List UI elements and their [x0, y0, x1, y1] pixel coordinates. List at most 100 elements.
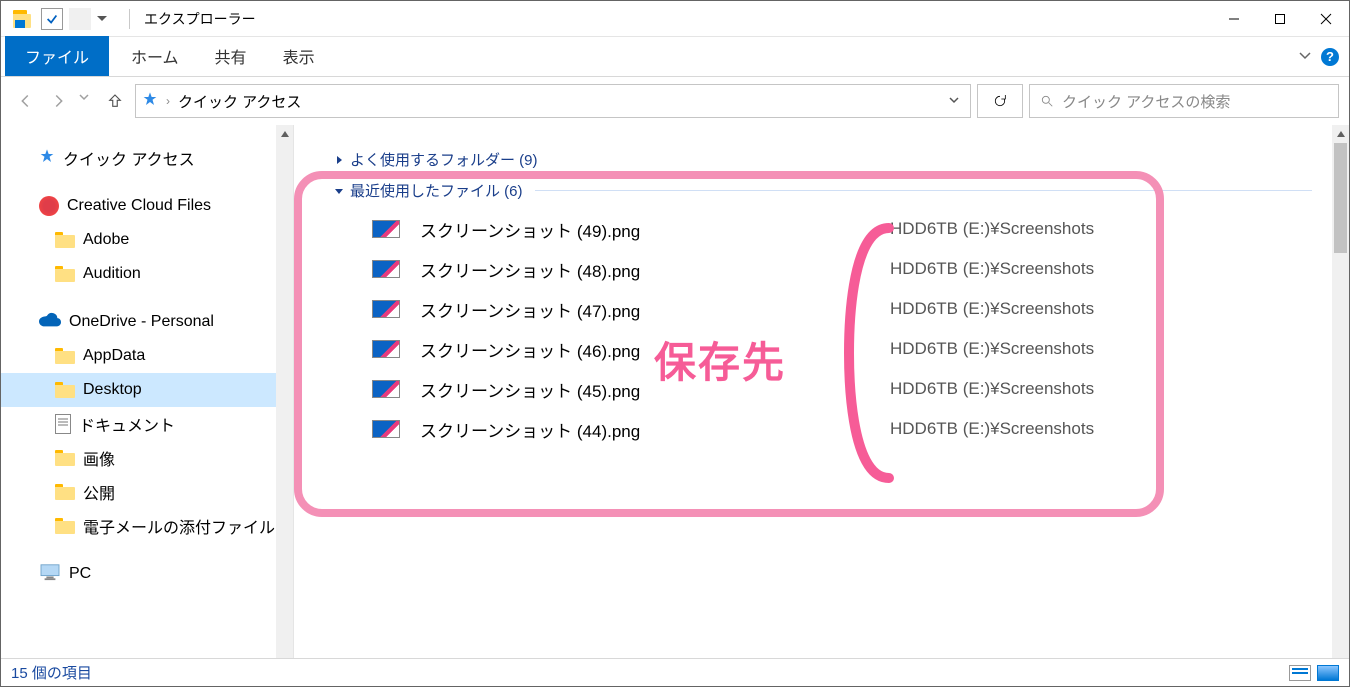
nav-folder-appdata[interactable]: AppData: [1, 339, 276, 373]
history-dropdown[interactable]: [79, 87, 95, 115]
nav-label: Audition: [83, 265, 141, 283]
search-input[interactable]: クイック アクセスの検索: [1029, 84, 1339, 118]
document-icon: [55, 414, 71, 434]
nav-label: AppData: [83, 347, 145, 365]
tab-view[interactable]: 表示: [265, 36, 333, 76]
folder-icon: [55, 266, 75, 282]
qat-new-folder-button[interactable]: [69, 8, 91, 30]
file-name: スクリーンショット (48).png: [420, 257, 890, 282]
file-location: HDD6TB (E:)¥Screenshots: [890, 379, 1094, 399]
chevron-down-icon: [334, 186, 344, 196]
content-scrollbar[interactable]: [1332, 125, 1349, 658]
nav-label: Creative Cloud Files: [67, 197, 211, 215]
nav-folder-pictures[interactable]: 画像: [1, 441, 276, 475]
onedrive-icon: [39, 312, 61, 333]
file-item[interactable]: スクリーンショット (49).pngHDD6TB (E:)¥Screenshot…: [314, 209, 1332, 249]
help-button[interactable]: ?: [1321, 48, 1339, 66]
nav-folder-desktop[interactable]: Desktop: [1, 373, 276, 407]
qat-customize-dropdown[interactable]: [97, 16, 107, 26]
qat-properties-button[interactable]: [41, 8, 63, 30]
nav-folder-adobe[interactable]: Adobe: [1, 223, 276, 257]
image-file-icon: [372, 220, 400, 238]
file-item[interactable]: スクリーンショット (47).pngHDD6TB (E:)¥Screenshot…: [314, 289, 1332, 329]
quick-access-icon: [39, 148, 55, 169]
nav-label: Adobe: [83, 231, 129, 249]
refresh-button[interactable]: [977, 84, 1023, 118]
nav-folder-public[interactable]: 公開: [1, 475, 276, 509]
annotation-bracket-icon: [839, 223, 899, 483]
file-name: スクリーンショット (44).png: [420, 417, 890, 442]
group-recent-files[interactable]: 最近使用したファイル (6): [294, 174, 1332, 205]
thumbnails-view-button[interactable]: [1317, 665, 1339, 681]
search-icon: [1040, 94, 1054, 108]
nav-label: 画像: [83, 446, 115, 470]
explorer-app-icon: [13, 10, 31, 28]
folder-icon: [55, 484, 75, 500]
tab-home[interactable]: ホーム: [113, 36, 197, 76]
forward-button[interactable]: [45, 87, 73, 115]
nav-label: 電子メールの添付ファイル: [83, 514, 275, 538]
file-item[interactable]: スクリーンショット (44).pngHDD6TB (E:)¥Screenshot…: [314, 409, 1332, 449]
close-button[interactable]: [1303, 1, 1349, 37]
file-item[interactable]: スクリーンショット (45).pngHDD6TB (E:)¥Screenshot…: [314, 369, 1332, 409]
nav-folder-attachments[interactable]: 電子メールの添付ファイル: [1, 509, 276, 543]
quick-access-icon: [142, 91, 158, 111]
chevron-right-icon: [334, 155, 344, 165]
image-file-icon: [372, 420, 400, 438]
status-item-count: 15 個の項目: [11, 662, 92, 683]
status-bar: 15 個の項目: [1, 658, 1349, 686]
folder-icon: [55, 450, 75, 466]
group-label: よく使用するフォルダー (9): [350, 149, 538, 170]
file-location: HDD6TB (E:)¥Screenshots: [890, 339, 1094, 359]
group-frequent-folders[interactable]: よく使用するフォルダー (9): [294, 143, 1332, 174]
explorer-window: エクスプローラー ファイル ホーム 共有 表示 ? › クイック アクセス: [0, 0, 1350, 687]
up-button[interactable]: [101, 87, 129, 115]
back-button[interactable]: [11, 87, 39, 115]
folder-icon: [55, 232, 75, 248]
nav-scrollbar[interactable]: [276, 125, 293, 658]
nav-label: クイック アクセス: [63, 146, 195, 170]
ribbon-expand-button[interactable]: [1297, 47, 1313, 67]
file-location: HDD6TB (E:)¥Screenshots: [890, 299, 1094, 319]
tab-share[interactable]: 共有: [197, 36, 265, 76]
tab-file[interactable]: ファイル: [5, 36, 109, 76]
file-location: HDD6TB (E:)¥Screenshots: [890, 219, 1094, 239]
image-file-icon: [372, 380, 400, 398]
file-name: スクリーンショット (47).png: [420, 297, 890, 322]
nav-quick-access[interactable]: クイック アクセス: [1, 141, 276, 175]
details-view-button[interactable]: [1289, 665, 1311, 681]
nav-label: OneDrive - Personal: [69, 313, 214, 331]
folder-icon: [55, 382, 75, 398]
image-file-icon: [372, 300, 400, 318]
annotation-label: 保存先: [654, 329, 786, 390]
group-label: 最近使用したファイル (6): [350, 180, 523, 201]
nav-creative-cloud[interactable]: Creative Cloud Files: [1, 189, 276, 223]
nav-label: 公開: [83, 480, 115, 504]
address-bar[interactable]: › クイック アクセス: [135, 84, 971, 118]
file-name: スクリーンショット (49).png: [420, 217, 890, 242]
address-dropdown[interactable]: [938, 93, 970, 110]
nav-label: PC: [69, 565, 91, 583]
window-title: エクスプローラー: [144, 9, 256, 29]
folder-icon: [55, 348, 75, 364]
nav-onedrive[interactable]: OneDrive - Personal: [1, 305, 276, 339]
file-location: HDD6TB (E:)¥Screenshots: [890, 419, 1094, 439]
file-item[interactable]: スクリーンショット (46).pngHDD6TB (E:)¥Screenshot…: [314, 329, 1332, 369]
nav-pc[interactable]: PC: [1, 557, 276, 591]
image-file-icon: [372, 340, 400, 358]
nav-label: ドキュメント: [79, 412, 175, 436]
maximize-button[interactable]: [1257, 1, 1303, 37]
title-bar: エクスプローラー: [1, 1, 1349, 37]
nav-folder-audition[interactable]: Audition: [1, 257, 276, 291]
nav-label: Desktop: [83, 381, 142, 399]
file-item[interactable]: スクリーンショット (48).pngHDD6TB (E:)¥Screenshot…: [314, 249, 1332, 289]
breadcrumb-location[interactable]: クイック アクセス: [178, 91, 301, 112]
navigation-bar: › クイック アクセス クイック アクセスの検索: [1, 77, 1349, 125]
file-location: HDD6TB (E:)¥Screenshots: [890, 259, 1094, 279]
breadcrumb-separator[interactable]: ›: [166, 94, 170, 108]
search-placeholder: クイック アクセスの検索: [1062, 91, 1230, 112]
folder-icon: [55, 518, 75, 534]
minimize-button[interactable]: [1211, 1, 1257, 37]
pc-icon: [39, 563, 61, 586]
nav-folder-documents[interactable]: ドキュメント: [1, 407, 276, 441]
